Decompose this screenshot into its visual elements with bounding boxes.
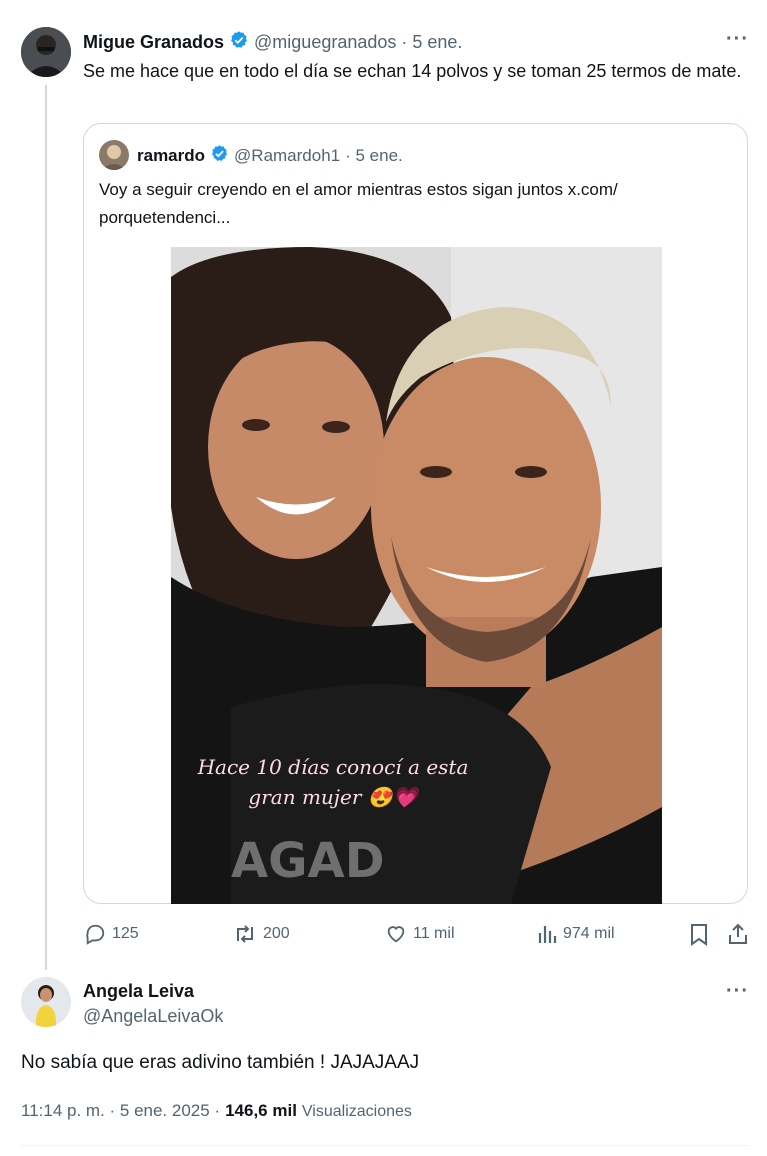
- share-icon[interactable]: [727, 922, 749, 950]
- tweet-text: Se me hace que en todo el día se echan 1…: [83, 61, 742, 81]
- heart-icon: [385, 923, 407, 945]
- reply-icon: [84, 923, 106, 945]
- photo-caption: Hace 10 días conocí a esta gran mujer 😍💗: [183, 752, 483, 812]
- author-avatar[interactable]: [21, 27, 71, 77]
- repost-button[interactable]: 200: [233, 923, 290, 945]
- repost-icon: [233, 923, 257, 945]
- like-count: 11 mil: [413, 925, 455, 942]
- quoted-tweet-photo[interactable]: AGAD Hace 10 días conocí a esta gran muj…: [171, 247, 662, 904]
- reply-author-avatar[interactable]: [21, 977, 71, 1027]
- photo-caption-line-2: gran mujer 😍💗: [248, 785, 418, 809]
- author-handle[interactable]: @miguegranados: [254, 32, 396, 53]
- quoted-tweet-text: Voy a seguir creyendo en el amor mientra…: [99, 176, 739, 232]
- like-button[interactable]: 11 mil: [385, 923, 455, 945]
- tweet-header: Migue Granados @miguegranados · 5 ene.: [83, 30, 462, 55]
- reply-views-label: Visualizaciones: [301, 1103, 412, 1120]
- reply-more-options-icon[interactable]: ···: [726, 980, 749, 1003]
- bottom-divider: [21, 1145, 749, 1146]
- views-count: 974 mil: [563, 925, 615, 942]
- reply-text: No sabía que eras adivino también ! JAJA…: [21, 1052, 420, 1073]
- quoted-text-line-1: Voy a seguir creyendo en el amor mientra…: [99, 180, 618, 199]
- quoted-author-avatar[interactable]: [99, 140, 129, 170]
- quoted-tweet-header: ramardo @Ramardoh1 · 5 ene.: [137, 144, 403, 168]
- reply-author-name[interactable]: Angela Leiva: [83, 981, 194, 1002]
- quoted-tweet-date[interactable]: · 5 ene.: [345, 146, 403, 166]
- quoted-verified-badge-icon: [210, 144, 229, 168]
- svg-text:AGAD: AGAD: [231, 833, 385, 889]
- thread-line: [45, 85, 47, 970]
- reply-count: 125: [112, 925, 139, 942]
- photo-caption-line-1: Hace 10 días conocí a esta: [197, 755, 469, 779]
- tweet-date[interactable]: · 5 ene.: [401, 32, 462, 53]
- quoted-author-handle[interactable]: @Ramardoh1: [234, 146, 340, 166]
- reply-button[interactable]: 125: [84, 923, 139, 945]
- quoted-text-line-2[interactable]: porquetendenci...: [99, 204, 739, 232]
- views-button[interactable]: 974 mil: [537, 923, 615, 945]
- author-name[interactable]: Migue Granados: [83, 32, 224, 53]
- repost-count: 200: [263, 925, 290, 942]
- verified-badge-icon: [229, 30, 249, 55]
- reply-author-handle[interactable]: @AngelaLeivaOk: [83, 1006, 223, 1027]
- reply-views-count: 146,6 mil: [225, 1101, 297, 1120]
- more-options-icon[interactable]: ···: [726, 28, 749, 51]
- bookmark-icon[interactable]: [689, 923, 709, 951]
- reply-meta: 11:14 p. m. · 5 ene. 2025 · 146,6 mil Vi…: [21, 1101, 412, 1121]
- analytics-icon: [537, 923, 557, 945]
- quoted-author-name[interactable]: ramardo: [137, 146, 205, 166]
- reply-timestamp[interactable]: 11:14 p. m. · 5 ene. 2025 ·: [21, 1101, 220, 1121]
